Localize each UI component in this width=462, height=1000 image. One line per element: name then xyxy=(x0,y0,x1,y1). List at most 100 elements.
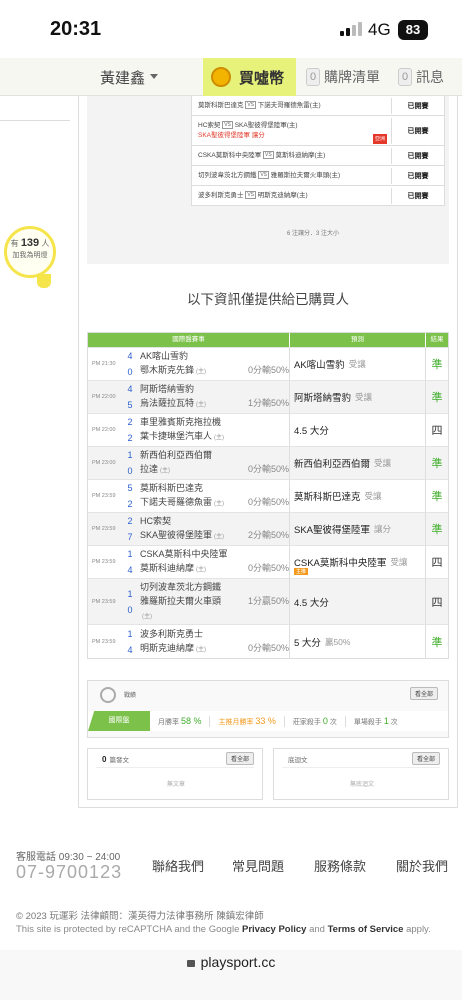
divider xyxy=(282,767,440,768)
footer-link-faq[interactable]: 常見問題 xyxy=(232,856,284,875)
odds: 0分輸50% xyxy=(248,497,290,507)
game-cell: 莫斯科斯巴達克 VS 下諾夫哥羅德魚雷(主) xyxy=(192,97,392,114)
prediction-row: PM 23:59 1 0 切列波韋茨北方鋼鐵 雅羅斯拉夫爾火車頭 1分贏50% (主) 4.5… xyxy=(88,578,448,624)
lightbulb-icon xyxy=(37,274,51,288)
posts-view-all-button[interactable]: 看全部 xyxy=(225,752,254,765)
table-row: 波多利斯克勇士 VS 明斯克迪納摩(主) 已開賽 xyxy=(192,186,444,206)
away-team: 車里雅賓斯克拖拉機 xyxy=(140,417,222,427)
result: 準 xyxy=(431,458,443,470)
terms-link[interactable]: Terms of Service xyxy=(328,924,404,935)
away-team: 莫斯科斯巴達克 xyxy=(140,483,204,493)
service-phone[interactable]: 07-9700123 xyxy=(16,862,122,883)
footer: 客服電話 09:30 ~ 24:00 07-9700123 聯絡我們 常見問題 … xyxy=(0,846,462,942)
follower-count: 有 139 人 xyxy=(10,237,50,249)
prediction-row: PM 23:59 1 4 CSKA莫斯科中央陸軍 莫斯科迪納摩 (主) 0分輸50% CSKA… xyxy=(88,545,448,578)
matchup: 波多利斯克勇士 VS 明斯克迪納摩(主) xyxy=(198,190,308,199)
score: 27 xyxy=(127,516,133,542)
game-time: PM 22:00 xyxy=(92,427,116,433)
footer-link-about[interactable]: 關於我們 xyxy=(396,856,448,875)
prediction-row: PM 22:00 4 5 阿斯塔納雪豹 烏法薩拉瓦特 (主) 1分輸50% 阿斯塔納雪豹 受讓準 xyxy=(88,380,448,413)
stat-main-pick-win: 主推月勝率 33 % xyxy=(210,715,285,727)
game-cell: 波多利斯克勇士 VS 明斯克迪納摩(主) xyxy=(192,187,392,204)
message-link[interactable]: 訊息 xyxy=(416,67,444,87)
game-time: PM 23:59 xyxy=(92,526,116,532)
buy-coin-button[interactable]: 買噓幣 xyxy=(203,58,296,96)
tab-international[interactable]: 國際盤 xyxy=(88,711,150,731)
message-count-badge: 0 xyxy=(398,68,412,86)
game-cell: 切列波韋茨北方鋼鐵 VS 雅羅斯拉夫爾火車頭(主) xyxy=(192,167,392,184)
header-game: 國際盤賽事 xyxy=(88,333,290,347)
url-display[interactable]: playsport.cc xyxy=(0,954,462,970)
matchup: CSKA莫斯科中央陸軍 VS 莫斯科迪納摩(主) xyxy=(198,150,326,159)
away-team: HC索契 xyxy=(140,516,171,526)
divider xyxy=(96,767,254,768)
matchup: HC索契 VS SKA聖彼得堡陸軍(主) xyxy=(198,120,298,129)
home-tag: (主) xyxy=(214,534,225,540)
status-bar: 20:31 4G 83 xyxy=(0,0,462,58)
buy-coin-label: 買噓幣 xyxy=(239,70,285,87)
status-cell: 已開賽 xyxy=(407,172,429,180)
main-panel: 莫斯科斯巴達克 VS 下諾夫哥羅德魚雷(主) 已開賽 HC索契 VS SKA聖彼得堡… xyxy=(78,96,458,808)
teams: 車里雅賓斯克拖拉機 葉卡捷琳堡汽車人 (主) xyxy=(136,414,290,446)
target-icon xyxy=(100,687,116,703)
vs-badge: VS xyxy=(245,100,256,109)
replies-header: 底迴文 xyxy=(288,757,308,764)
away-team: 阿斯塔納雪豹 xyxy=(140,384,195,394)
status-cell: 已開賽 xyxy=(407,192,429,200)
games-table: 莫斯科斯巴達克 VS 下諾夫哥羅德魚雷(主) 已開賽 HC索契 VS SKA聖彼得堡… xyxy=(191,96,445,206)
teams: AK喀山雪豹 鄂木斯克先鋒 (主) 0分輸50% xyxy=(136,348,290,380)
browser-url-bar[interactable]: playsport.cc xyxy=(0,950,462,1000)
coin-icon xyxy=(211,67,231,87)
game-time: PM 23:59 xyxy=(92,598,116,605)
home-team: 下諾夫哥羅德魚雷 (主) 0分輸50% xyxy=(140,497,290,507)
table-header: 國際盤賽事 預測 結果 xyxy=(88,333,448,347)
result: 準 xyxy=(431,491,443,503)
posts-empty: 無文章 xyxy=(166,782,185,788)
footer-link-terms[interactable]: 服務條款 xyxy=(314,856,366,875)
pick: 4.5 大分 xyxy=(290,414,426,446)
home-team: 明斯克迪納摩 (主) 0分輸50% xyxy=(140,642,290,653)
teams: 阿斯塔納雪豹 烏法薩拉瓦特 (主) 1分輸50% xyxy=(136,381,290,413)
top-nav: 黃建鑫 買噓幣 0 購牌清單 0 訊息 xyxy=(0,58,462,96)
home-tag: (主) xyxy=(214,435,225,441)
home-team: 莫斯科迪納摩 (主) 0分輸50% xyxy=(140,563,290,573)
user-menu[interactable]: 黃建鑫 xyxy=(100,67,145,88)
left-sidebar: 有 139 人 加我為明燈 xyxy=(0,96,78,816)
replies-view-all-button[interactable]: 看全部 xyxy=(411,752,440,765)
pick-type: 贏50% xyxy=(324,636,351,647)
lightbulb-follow-widget[interactable]: 有 139 人 加我為明燈 xyxy=(4,226,56,278)
game-time: PM 23:59 xyxy=(92,638,116,645)
prediction-row: PM 23:59 1 4 波多利斯克勇士 明斯克迪納摩 (主) 0分輸50% 5 大分 贏50%… xyxy=(88,624,448,658)
divider xyxy=(0,120,70,121)
home-team: 拉達 (主) 0分輸50% xyxy=(140,464,290,474)
teams: 莫斯科斯巴達克下諾夫哥羅德魚雷 (主) 0分輸50% xyxy=(136,480,290,512)
lock-icon xyxy=(186,960,195,967)
posts-box: 0 篇發文 看全部 無文章 xyxy=(87,748,263,800)
stats-view-all-button[interactable]: 看全部 xyxy=(409,687,438,700)
privacy-link[interactable]: Privacy Policy xyxy=(242,924,306,935)
result: 四 xyxy=(431,596,443,609)
service-hours: 客服電話 09:30 ~ 24:00 xyxy=(16,852,121,863)
chevron-down-icon[interactable] xyxy=(150,74,158,79)
game-cell: HC索契 VS SKA聖彼得堡陸軍(主) SKA聖彼得堡陸軍 讓分 亞洲 xyxy=(192,117,392,144)
footer-link-contact[interactable]: 聯絡我們 xyxy=(152,856,204,875)
table-row: CSKA莫斯科中央陸軍 VS 莫斯科迪納摩(主) 已開賽 xyxy=(192,146,444,166)
score: 10 xyxy=(127,588,133,615)
score: 14 xyxy=(127,628,133,655)
teams: 波多利斯克勇士 明斯克迪納摩 (主) 0分輸50% xyxy=(136,625,290,658)
result: 四 xyxy=(431,557,443,569)
pick-tag: 亞洲 xyxy=(372,133,387,144)
prediction-row: PM 22:00 2 2 車里雅賓斯克拖拉機 葉卡捷琳堡汽車人 (主) 4.5 大分四 xyxy=(88,413,448,446)
cart-link[interactable]: 購牌清單 xyxy=(324,67,380,87)
pick: 阿斯塔納雪豹 受讓 xyxy=(290,381,426,413)
vs-badge: VS xyxy=(263,150,274,159)
home-tag: (主) xyxy=(142,613,152,620)
cart-count-badge: 0 xyxy=(306,68,320,86)
signal-icon xyxy=(340,22,364,36)
score: 14 xyxy=(127,549,133,575)
copyright: © 2023 玩運彩 法律顧問：漢英得力法律事務所 陳鎮宏律師 xyxy=(16,911,264,922)
odds: 0分輸50% xyxy=(248,642,290,653)
pick: 5 大分 贏50% xyxy=(290,625,426,658)
pick-type: 受讓 xyxy=(355,392,373,402)
home-team: SKA聖彼得堡陸軍 (主) 2分輸50% xyxy=(140,530,290,540)
